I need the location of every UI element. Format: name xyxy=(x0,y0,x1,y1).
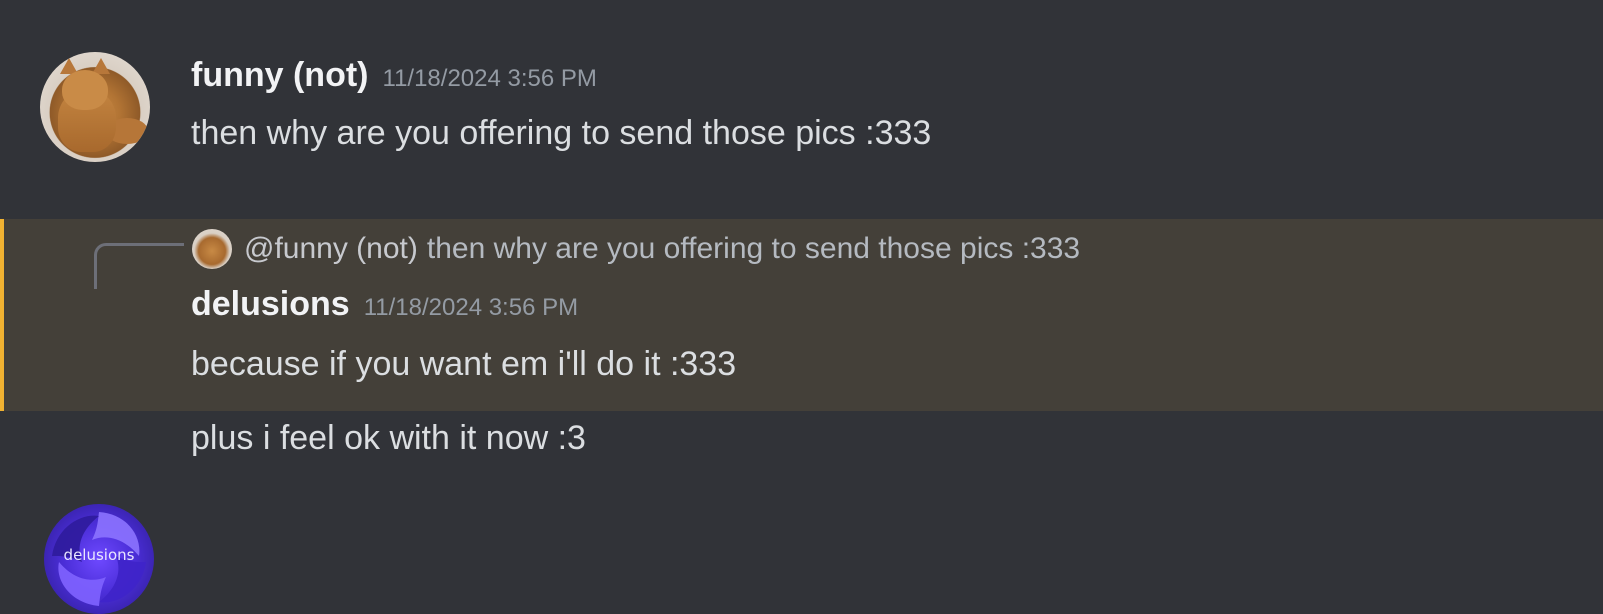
message-1[interactable]: funny (not) 11/18/2024 3:56 PM then why a… xyxy=(0,0,1603,220)
orange-cat-avatar[interactable] xyxy=(40,52,150,162)
username[interactable]: funny (not) xyxy=(191,56,369,94)
timestamp[interactable]: 11/18/2024 3:56 PM xyxy=(383,65,597,92)
purple-swirl-avatar[interactable]: delusions xyxy=(44,504,154,614)
message-header: funny (not) 11/18/2024 3:56 PM xyxy=(191,56,597,95)
cat-head xyxy=(62,70,108,110)
reply-preview[interactable]: @funny (not) then why are you offering t… xyxy=(192,229,1080,269)
reply-avatar-icon[interactable] xyxy=(192,229,232,269)
message-header: delusions 11/18/2024 3:56 PM xyxy=(191,285,578,324)
reply-mention[interactable]: @funny (not) xyxy=(244,232,418,266)
message-2-highlighted[interactable]: @funny (not) then why are you offering t… xyxy=(0,219,1603,614)
message-3-followup[interactable]: plus i feel ok with it now :3 xyxy=(0,411,1603,492)
username[interactable]: delusions xyxy=(191,285,350,323)
chat-log: funny (not) 11/18/2024 3:56 PM then why a… xyxy=(0,0,1603,614)
message-content: then why are you offering to send those … xyxy=(191,114,932,152)
reply-text[interactable]: then why are you offering to send those … xyxy=(427,232,1080,266)
avatar-text: delusions xyxy=(63,546,135,564)
message-content: plus i feel ok with it now :3 xyxy=(191,419,586,457)
message-content: because if you want em i'll do it :333 xyxy=(191,345,737,383)
reply-connector xyxy=(94,243,184,289)
timestamp[interactable]: 11/18/2024 3:56 PM xyxy=(364,294,578,321)
